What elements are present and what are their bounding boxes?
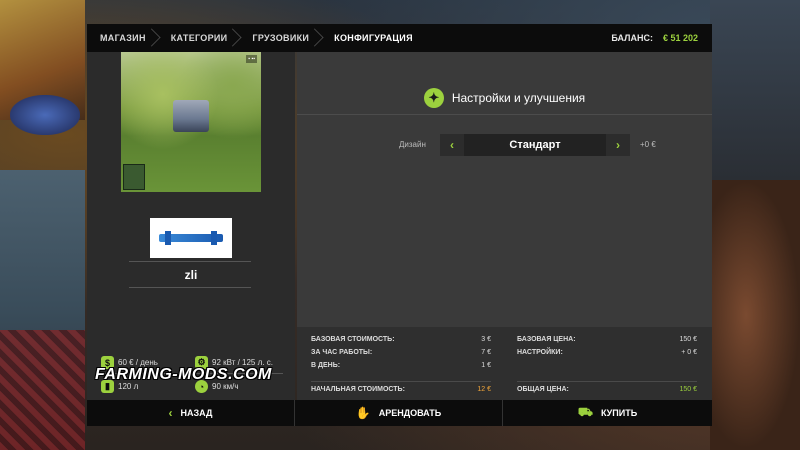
cost-row: ЗА ЧАС РАБОТЫ: 7 € xyxy=(311,346,491,359)
design-label: Дизайн xyxy=(399,140,426,149)
back-label: НАЗАД xyxy=(180,408,213,418)
divider xyxy=(129,261,251,262)
background-scene xyxy=(710,0,800,180)
cost-value: 1 € xyxy=(481,362,491,369)
configuration-panel: ✦ Настройки и улучшения Дизайн ‹ Стандар… xyxy=(297,52,712,400)
cost-label: ОБЩАЯ ЦЕНА: xyxy=(517,386,569,393)
initial-cost-total: НАЧАЛЬНАЯ СТОИМОСТЬ: 12 € xyxy=(311,381,491,393)
minimap xyxy=(123,164,145,190)
chevron-right-icon[interactable]: › xyxy=(606,134,630,156)
cost-label: НАСТРОЙКИ: xyxy=(517,349,563,356)
background-scene xyxy=(0,330,85,450)
lease-button[interactable]: ✋ АРЕНДОВАТЬ xyxy=(295,400,503,426)
truck-image xyxy=(173,100,209,132)
shop-config-panel: МАГАЗИН КАТЕГОРИИ ГРУЗОВИКИ КОНФИГУРАЦИЯ… xyxy=(87,24,712,426)
breadcrumb-categories[interactable]: КАТЕГОРИИ xyxy=(158,24,240,52)
purchase-costs: БАЗОВАЯ ЦЕНА: 150 € НАСТРОЙКИ: + 0 € xyxy=(517,333,697,359)
cost-label: ЗА ЧАС РАБОТЫ: xyxy=(311,349,373,356)
background-scene xyxy=(10,95,80,135)
design-price: +0 € xyxy=(640,140,656,149)
balance-value: € 51 202 xyxy=(662,33,698,43)
initial-cost-value: 12 € xyxy=(477,386,491,393)
chevron-left-icon: ‹ xyxy=(168,406,173,420)
cost-label: БАЗОВАЯ СТОИМОСТЬ: xyxy=(311,336,395,343)
divider xyxy=(297,114,712,115)
total-price: ОБЩАЯ ЦЕНА: 150 € xyxy=(517,381,697,393)
cost-label: В ДЕНЬ: xyxy=(311,362,341,369)
cost-row: В ДЕНЬ: 1 € xyxy=(311,359,491,372)
lease-costs: БАЗОВАЯ СТОИМОСТЬ: 3 € ЗА ЧАС РАБОТЫ: 7 … xyxy=(311,333,491,372)
buy-label: КУПИТЬ xyxy=(600,408,638,418)
cost-value: 150 € xyxy=(679,336,697,343)
breadcrumb-trucks[interactable]: ГРУЗОВИКИ xyxy=(239,24,321,52)
cost-label: НАЧАЛЬНАЯ СТОИМОСТЬ: xyxy=(311,386,405,393)
chevron-left-icon[interactable]: ‹ xyxy=(440,134,464,156)
lease-icon: ✋ xyxy=(355,406,371,420)
cost-value: 7 € xyxy=(481,349,491,356)
divider xyxy=(129,287,251,288)
preview-hud: ▪ ▪▪ xyxy=(246,55,257,63)
bottom-bar: ‹ НАЗАД ✋ АРЕНДОВАТЬ ⛟ КУПИТЬ xyxy=(87,400,712,426)
watermark: FARMING-MODS.COM xyxy=(95,366,272,383)
cost-value: + 0 € xyxy=(681,349,697,356)
vehicle-name: zli xyxy=(184,268,198,282)
settings-header: ✦ Настройки и улучшения xyxy=(297,85,712,111)
vehicle-info-panel: ▪ ▪▪ zli $ 60 € / день ⚙ 92 кВт / 125 л.… xyxy=(87,52,295,400)
vehicle-preview-image: ▪ ▪▪ xyxy=(121,52,261,192)
gear-icon: ✦ xyxy=(423,88,444,108)
balance: БАЛАНС: € 51 202 xyxy=(611,33,712,43)
balance-label: БАЛАНС: xyxy=(611,33,653,43)
settings-title: Настройки и улучшения xyxy=(451,91,586,105)
cost-row: БАЗОВАЯ СТОИМОСТЬ: 3 € xyxy=(311,333,491,346)
breadcrumb-configuration: КОНФИГУРАЦИЯ xyxy=(334,33,413,43)
cost-label: БАЗОВАЯ ЦЕНА: xyxy=(517,336,576,343)
brand-logo xyxy=(150,218,232,258)
cost-value: 3 € xyxy=(481,336,491,343)
background-scene xyxy=(0,170,85,450)
cost-row: НАСТРОЙКИ: + 0 € xyxy=(517,346,697,359)
design-selector[interactable]: ‹ Стандарт › xyxy=(440,134,630,156)
total-price-value: 150 € xyxy=(679,386,697,393)
background-scene xyxy=(710,180,800,450)
buy-button[interactable]: ⛟ КУПИТЬ xyxy=(503,400,712,426)
cost-row: БАЗОВАЯ ЦЕНА: 150 € xyxy=(517,333,697,346)
lease-label: АРЕНДОВАТЬ xyxy=(378,408,442,418)
design-value: Стандарт xyxy=(509,139,561,151)
design-option-row: Дизайн ‹ Стандарт › +0 € xyxy=(297,134,712,156)
breadcrumb-shop[interactable]: МАГАЗИН xyxy=(87,24,158,52)
back-button[interactable]: ‹ НАЗАД xyxy=(87,400,295,426)
background-scene xyxy=(0,0,85,120)
top-bar: МАГАЗИН КАТЕГОРИИ ГРУЗОВИКИ КОНФИГУРАЦИЯ… xyxy=(87,24,712,52)
cost-summary: БАЗОВАЯ СТОИМОСТЬ: 3 € ЗА ЧАС РАБОТЫ: 7 … xyxy=(297,327,712,400)
cart-icon: ⛟ xyxy=(577,405,593,419)
